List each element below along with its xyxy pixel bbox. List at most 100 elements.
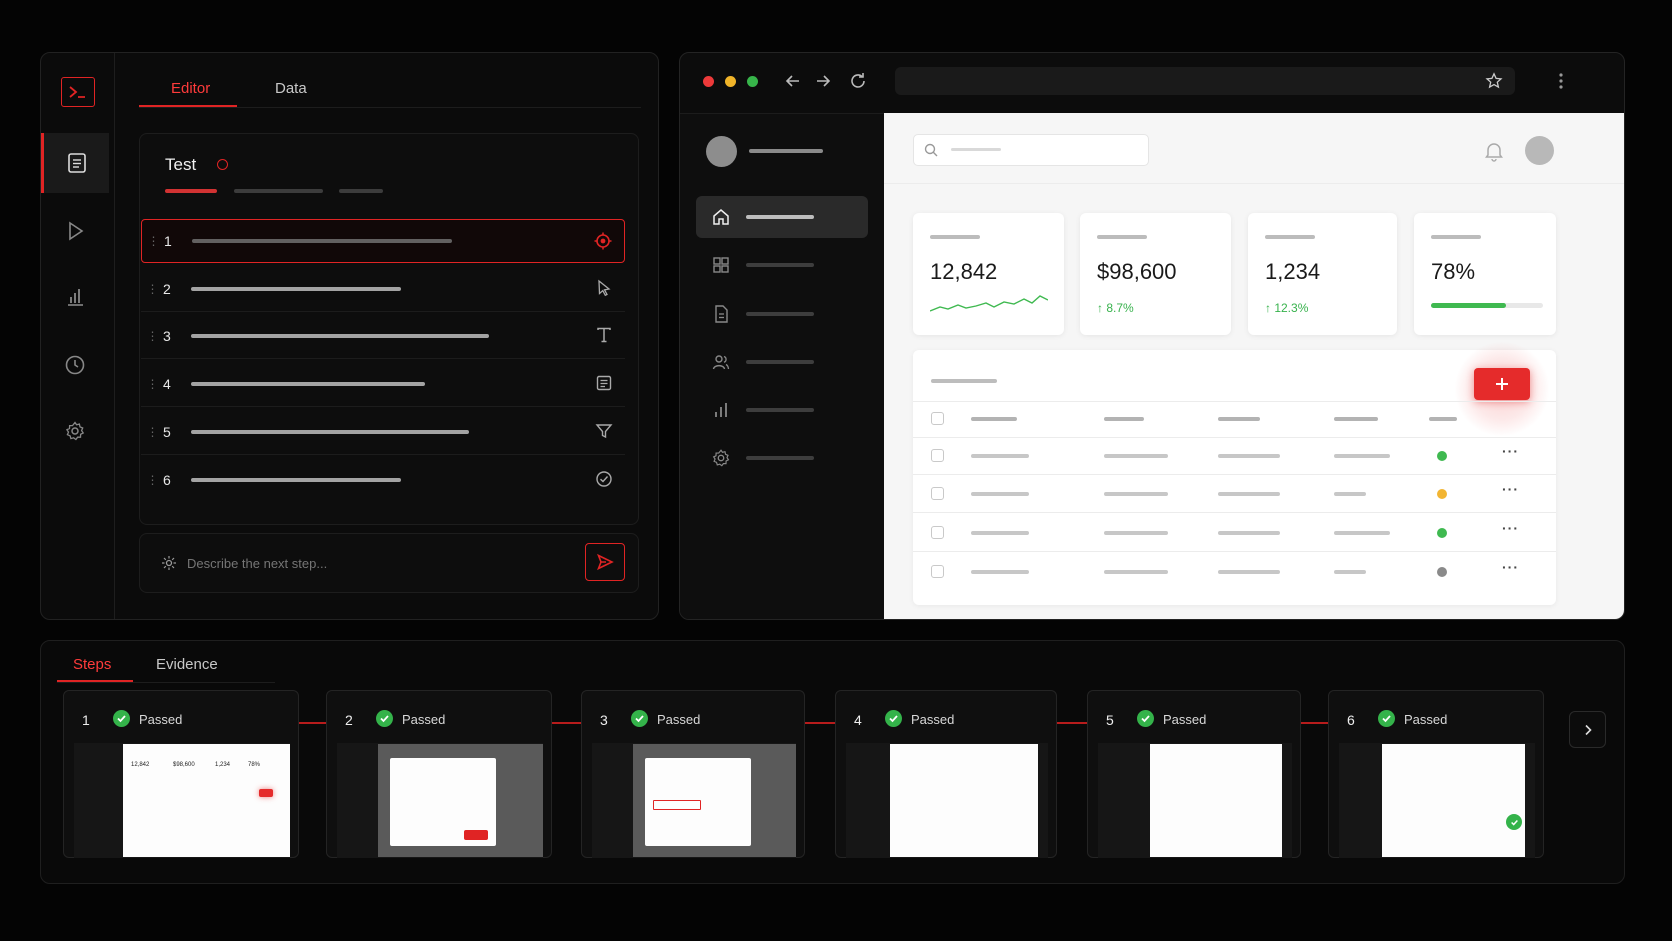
tab-divider [139, 107, 641, 108]
drag-handle-icon[interactable]: ⋮ [142, 234, 164, 248]
avatar[interactable] [706, 136, 737, 167]
column-header-placeholder [1218, 417, 1260, 421]
metric-card[interactable]: 1,234 ↑ 12.3% [1248, 213, 1397, 335]
metric-value: 78% [1431, 259, 1476, 284]
bookmark-star-icon[interactable] [1485, 72, 1503, 90]
tab-steps[interactable]: Steps [73, 656, 111, 673]
tab-editor[interactable]: Editor [171, 80, 210, 97]
status-dot [1437, 451, 1447, 461]
drag-handle-icon[interactable]: ⋮ [141, 377, 163, 391]
filter-icon[interactable] [595, 422, 613, 440]
passed-check-icon [885, 710, 902, 727]
table-divider [913, 401, 1556, 402]
drag-handle-icon[interactable]: ⋮ [141, 329, 163, 343]
drag-handle-icon[interactable]: ⋮ [141, 282, 163, 296]
text-icon[interactable] [595, 326, 613, 344]
row-checkbox[interactable] [931, 526, 944, 539]
prompt-input[interactable] [187, 551, 567, 575]
row-checkbox[interactable] [931, 487, 944, 500]
settings-icon [64, 420, 86, 442]
target-icon[interactable] [594, 232, 612, 250]
select-all-checkbox[interactable] [931, 412, 944, 425]
step-row[interactable]: ⋮ 2 [141, 266, 625, 312]
rail-settings-button[interactable] [41, 401, 109, 461]
step-row[interactable]: ⋮ 6 [141, 457, 625, 503]
file-icon[interactable] [711, 304, 731, 324]
avatar[interactable] [1525, 136, 1554, 165]
plus-icon [1494, 376, 1510, 392]
drag-handle-icon[interactable]: ⋮ [141, 473, 163, 487]
metric-delta: ↑ 8.7% [1097, 301, 1134, 315]
search-input[interactable] [913, 134, 1149, 166]
metric-label-placeholder [1265, 235, 1315, 239]
play-icon [64, 220, 86, 242]
bell-icon[interactable] [1483, 140, 1505, 162]
editor-panel: Editor Data Test ⋮ 1 ⋮ 2 ⋮ 3 ⋮ 4 ⋮ 5 ⋮ 6… [40, 52, 659, 620]
step-screenshot-thumbnail[interactable] [592, 743, 796, 858]
settings-icon[interactable] [711, 448, 731, 468]
step-card[interactable]: 5 Passed [1087, 690, 1301, 858]
back-arrow-icon[interactable] [784, 72, 802, 90]
step-row[interactable]: ⋮ 1 [141, 219, 625, 263]
row-checkbox[interactable] [931, 565, 944, 578]
cell-placeholder [971, 531, 1029, 535]
step-card[interactable]: 4 Passed [835, 690, 1057, 858]
step-card[interactable]: 6 Passed [1328, 690, 1544, 858]
rail-history-button[interactable] [41, 335, 109, 395]
metric-card[interactable]: 12,842 [913, 213, 1064, 335]
rail-editor-button[interactable] [41, 133, 109, 193]
step-number: 6 [1347, 712, 1355, 728]
drag-handle-icon[interactable]: ⋮ [141, 425, 163, 439]
bar-chart-icon[interactable] [711, 400, 731, 420]
form-icon[interactable] [595, 374, 613, 392]
row-checkbox[interactable] [931, 449, 944, 462]
close-window-button[interactable] [703, 76, 714, 87]
tab-data[interactable]: Data [275, 80, 307, 97]
row-actions-icon[interactable]: ··· [1502, 559, 1519, 575]
step-screenshot-thumbnail[interactable]: 12,842 $98,600 1,234 78% [74, 743, 290, 858]
maximize-window-button[interactable] [747, 76, 758, 87]
users-icon[interactable] [711, 352, 731, 372]
browser-window: 12,842 $98,600 ↑ 8.7% 1,234 ↑ 12.3% 78% [679, 52, 1625, 620]
send-button[interactable] [585, 543, 625, 581]
row-actions-icon[interactable]: ··· [1502, 443, 1519, 459]
step-screenshot-thumbnail[interactable] [1339, 743, 1535, 858]
step-row[interactable]: ⋮ 5 [141, 409, 625, 455]
cell-placeholder [1218, 492, 1280, 496]
rail-reports-button[interactable] [41, 267, 109, 327]
address-bar[interactable] [895, 67, 1515, 95]
check-circle-icon[interactable] [595, 470, 613, 488]
add-button[interactable] [1474, 368, 1530, 400]
step-card[interactable]: 2 Passed [326, 690, 552, 858]
tab-evidence[interactable]: Evidence [156, 656, 218, 673]
step-row[interactable]: ⋮ 4 [141, 361, 625, 407]
step-screenshot-thumbnail[interactable] [1098, 743, 1292, 858]
step-connector [1057, 722, 1087, 724]
minimize-window-button[interactable] [725, 76, 736, 87]
cell-placeholder [1218, 454, 1280, 458]
step-card[interactable]: 3 Passed [581, 690, 805, 858]
reload-icon[interactable] [848, 71, 868, 91]
step-screenshot-thumbnail[interactable] [337, 743, 543, 858]
step-screenshot-thumbnail[interactable] [846, 743, 1048, 858]
forward-arrow-icon[interactable] [814, 72, 832, 90]
row-actions-icon[interactable]: ··· [1502, 520, 1519, 536]
metric-delta: ↑ 12.3% [1265, 301, 1309, 315]
browser-menu-icon[interactable] [1558, 71, 1564, 91]
metric-card[interactable]: $98,600 ↑ 8.7% [1080, 213, 1231, 335]
step-row[interactable]: ⋮ 3 [141, 313, 625, 359]
step-number: 3 [163, 327, 171, 344]
row-actions-icon[interactable]: ··· [1502, 481, 1519, 497]
step-status: Passed [1404, 712, 1448, 727]
app-rail [41, 53, 115, 619]
grid-icon[interactable] [711, 255, 731, 275]
cursor-icon[interactable] [595, 279, 613, 297]
metric-label-placeholder [1431, 235, 1481, 239]
terminal-icon[interactable] [61, 77, 95, 107]
metric-card[interactable]: 78% [1414, 213, 1556, 335]
cell-placeholder [1104, 492, 1168, 496]
next-steps-button[interactable] [1569, 711, 1606, 748]
metric-value: 12,842 [930, 259, 998, 284]
step-card[interactable]: 1 Passed 12,842 $98,600 1,234 78% [63, 690, 299, 858]
rail-run-button[interactable] [41, 201, 109, 261]
